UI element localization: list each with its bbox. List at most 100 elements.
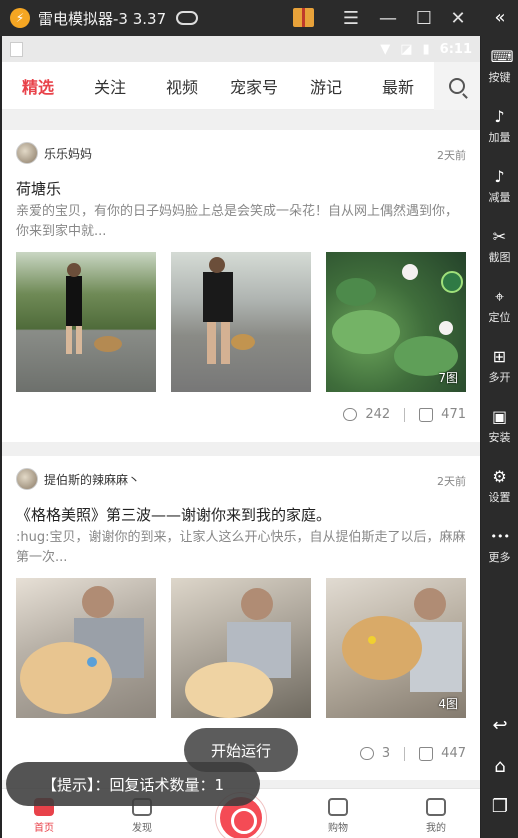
post-photo[interactable] [16,252,156,392]
author-name: 提伯斯的辣麻麻丶 [44,472,141,487]
post-author[interactable]: 乐乐妈妈 [16,142,92,164]
man-walking-dog-image [66,263,122,354]
nav-shop-label: 购物 [328,823,348,834]
woman-petting-golden-dog-image [185,588,291,718]
nav-shop[interactable]: 购物 [308,798,368,834]
comment-icon[interactable] [359,747,374,760]
window-title: 雷电模拟器-3 3.37 [38,9,167,28]
post-photo[interactable] [16,578,156,718]
post-photo[interactable] [171,252,311,392]
sidebar-item-label: 减量 [488,191,511,204]
post-time: 2天前 [437,149,466,162]
sidebar-item-settings[interactable]: ⚙ 设置 [481,468,518,505]
volume-down-icon: ♪ [494,167,505,186]
sidebar-item-label: 设置 [488,491,511,504]
like-icon[interactable] [419,407,434,422]
tab-featured[interactable]: 精选 [2,74,74,98]
close-button[interactable]: ✕ [446,6,470,30]
photo-count-badge: 4图 [438,697,458,711]
post-photo[interactable]: 4图 [326,578,466,718]
search-button[interactable] [434,62,480,110]
shopping-icon [328,798,348,816]
sidebar-item-multi-instance[interactable]: ⊞ 多开 [481,348,518,385]
volume-up-icon: ♪ [494,107,505,126]
gift-icon[interactable] [293,8,314,27]
woman-with-golden-dog-image [20,586,144,714]
post-title: 荷塘乐 [16,180,62,198]
more-dots-icon: ••• [490,530,510,543]
sidebar-item-keys[interactable]: ⌨ 按键 [481,48,518,85]
collapse-sidebar-button[interactable]: « [490,8,510,28]
sidebar-item-label: 加量 [488,131,511,144]
sidebar-item-location[interactable]: ⌖ 定位 [481,288,518,325]
tab-pet-accounts[interactable]: 宠家号 [218,74,290,98]
comment-count: 3 [381,746,391,761]
post-author[interactable]: 提伯斯的辣麻麻丶 [16,468,140,490]
tab-video[interactable]: 视频 [146,74,218,98]
post-time: 2天前 [437,475,466,488]
android-home-button[interactable]: ⌂ [490,757,510,777]
post-photo[interactable] [171,578,311,718]
status-time: 6:11 [439,41,472,57]
category-tabs: 精选 关注 视频 宠家号 游记 最新 [2,62,480,110]
post-photo[interactable]: 7图 [326,252,466,392]
no-sim-icon: ◪ [400,41,413,57]
post-excerpt: 亲爱的宝贝，有你的日子妈妈脸上总是会笑成一朵花！自从网上偶然遇到你，你来到家中就… [16,204,459,239]
post-excerpt: :hug:宝贝，谢谢你的到来，让家人这么开心快乐，自从提伯斯走了以后，麻麻第一次… [16,530,466,565]
minimize-button[interactable]: — [376,6,400,30]
sidebar-item-label: 多开 [488,371,511,384]
sidebar-item-label: 定位 [488,311,511,324]
emulator-window: ⚡ 雷电模拟器-3 3.37 ☰ — ☐ ✕ ▼ ◪ ▮ 6:11 精选 关注 … [0,0,518,838]
android-back-button[interactable]: ↩ [490,716,510,736]
man-walking-dog-back-image [203,257,255,364]
tab-latest[interactable]: 最新 [362,74,434,98]
app-logo-icon: ⚡ [10,8,30,28]
keyboard-icon: ⌨ [490,47,514,66]
location-pin-icon: ⌖ [494,287,504,306]
post-card[interactable]: 乐乐妈妈 2天前 荷塘乐 亲爱的宝贝，有你的日子妈妈脸上总是会笑成一朵花！自从网… [2,130,480,442]
search-icon [449,78,465,94]
sidebar-item-more[interactable]: ••• 更多 [481,528,518,565]
sidebar-item-screenshot[interactable]: ✂ 截图 [481,228,518,265]
avatar [16,468,38,490]
maximize-button[interactable]: ☐ [412,6,436,30]
avatar [16,142,38,164]
sidebar-item-label: 安装 [488,431,511,444]
post-title: 《格格美照》第三波——谢谢你来到我的家庭。 [16,506,332,524]
author-name: 乐乐妈妈 [44,146,93,161]
sidebar-item-install-apk[interactable]: ▣ 安装 [481,408,518,445]
photo-count-badge: 7图 [438,371,458,385]
notification-icon [10,41,23,57]
like-count: 447 [441,746,466,761]
nav-mine[interactable]: 我的 [406,798,466,834]
menu-button[interactable]: ☰ [339,6,363,30]
android-status-bar: ▼ ◪ ▮ 6:11 [2,36,480,62]
sidebar-item-label: 截图 [488,251,511,264]
sidebar-item-volume-down[interactable]: ♪ 减量 [481,168,518,205]
gear-icon: ⚙ [492,467,507,486]
multi-instance-icon: ⊞ [492,347,507,366]
wifi-icon: ▼ [380,41,391,57]
profile-dog-icon [426,798,446,816]
battery-icon: ▮ [422,41,430,57]
apk-install-icon: ▣ [491,407,508,426]
sidebar-item-volume-up[interactable]: ♪ 加量 [481,108,518,145]
comment-icon[interactable] [343,408,358,421]
scissors-icon: ✂ [492,227,507,246]
sidebar-item-label: 按键 [488,71,511,84]
post-stats: 3 447 [359,746,466,761]
like-icon[interactable] [419,746,434,761]
android-recents-button[interactable]: ❐ [490,797,510,817]
emulator-sidebar: « ⌨ 按键 ♪ 加量 ♪ 减量 ✂ 截图 ⌖ 定位 ⊞ 多开 ▣ 安装 ⚙ 设… [481,0,518,838]
gamepad-icon[interactable] [176,11,199,25]
post-stats: 242 471 [343,407,466,422]
comment-count: 242 [365,407,391,422]
sidebar-item-label: 更多 [488,551,511,564]
tab-travel-notes[interactable]: 游记 [290,74,362,98]
nav-mine-label: 我的 [426,823,446,834]
nav-discover-label: 发现 [132,823,152,834]
android-screen: ▼ ◪ ▮ 6:11 精选 关注 视频 宠家号 游记 最新 乐乐妈妈 2天前 荷… [2,36,480,838]
nav-home-label: 首页 [34,823,54,834]
tab-following[interactable]: 关注 [74,74,146,98]
divider [404,407,406,422]
